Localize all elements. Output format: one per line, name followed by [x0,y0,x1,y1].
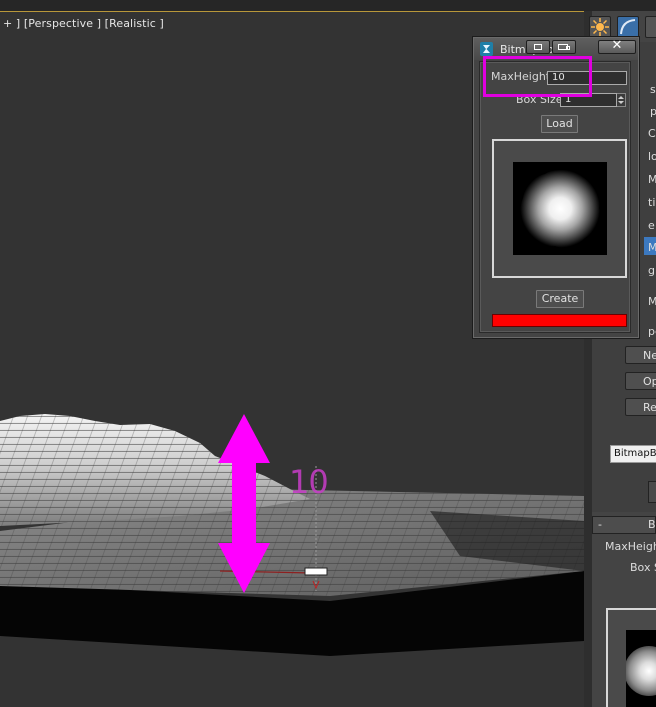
spinner-arrows-icon[interactable] [617,93,626,107]
restore-icon[interactable] [552,40,576,54]
panel-fragment: ti [648,196,656,209]
panel-fragment: M [648,173,656,186]
reset-button[interactable]: Re [625,398,656,416]
rollout-header[interactable]: - Bi [592,516,656,534]
panel-fragment: lo [648,150,656,163]
panel-fragment: e [648,219,655,232]
new-button[interactable]: Ne [625,346,656,364]
panel-fragment: M [648,295,656,308]
rollout-maxheight-label: MaxHeight [605,540,656,553]
create-button[interactable]: Create [536,290,584,308]
open-button[interactable]: Op [625,372,656,390]
curve-icon[interactable] [617,16,639,38]
3dsmax-app-icon [480,42,493,56]
minimize-icon[interactable] [526,40,550,54]
object-name-field[interactable]: BitmapBo [610,445,656,463]
color-swatch-bar[interactable] [492,314,627,327]
highlight-box [483,56,592,97]
panel-fragment: pe [648,325,656,338]
rollout-boxsize-label: Box S [630,561,656,574]
viewport-active-frame [0,11,584,12]
annotation-value-label: 10 [289,463,329,501]
panel-fragment: C [648,127,656,140]
color-swatch-button[interactable] [648,481,656,503]
panel-fragment: gh [648,264,656,277]
panel-fragment: s [650,83,656,96]
close-icon[interactable]: ✕ [598,38,636,54]
load-button[interactable]: Load [541,115,578,133]
tool-tab-icon[interactable] [645,16,656,38]
panel-fragment: p [650,105,656,118]
panel-fragment: M [648,241,656,254]
bitmap-preview-frame [492,139,627,278]
sun-icon[interactable] [589,16,611,38]
bitmap-preview-image [513,162,607,255]
rollout-preview-frame [606,608,656,707]
top-strip [0,0,656,11]
gizmo-box [304,567,328,576]
